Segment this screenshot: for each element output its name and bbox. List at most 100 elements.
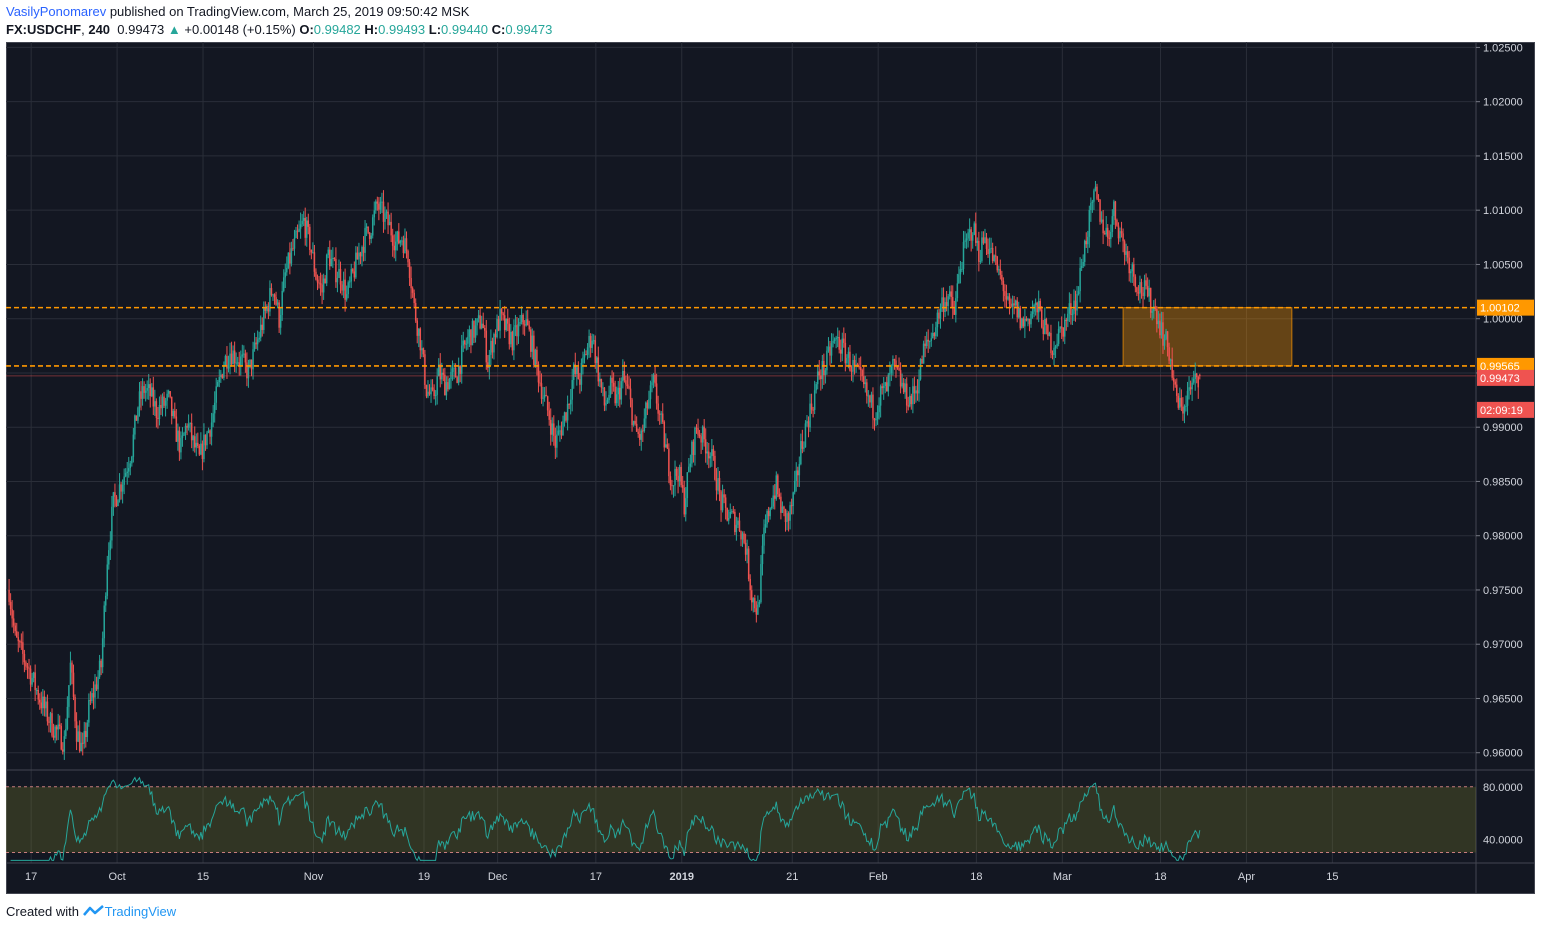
candle-body — [746, 548, 748, 555]
candle-body — [448, 379, 451, 390]
candle-body — [813, 390, 816, 410]
candle-body — [1148, 287, 1150, 297]
candle-body — [617, 387, 619, 395]
y-tick-label: 1.00500 — [1483, 259, 1523, 271]
candle-body — [468, 329, 471, 337]
candle-body — [958, 274, 960, 284]
candle-body — [462, 340, 465, 346]
candle-body — [233, 350, 236, 364]
candle-body — [984, 237, 986, 244]
candle-body — [460, 345, 463, 374]
footer: Created with TradingView — [6, 904, 176, 919]
candle-body — [312, 252, 314, 254]
candle-body — [370, 235, 372, 239]
candle-body — [829, 346, 831, 356]
candle-body — [348, 281, 351, 283]
candle-body — [910, 395, 913, 405]
candle-body — [838, 337, 840, 350]
candle-body — [606, 400, 609, 403]
candle-body — [611, 377, 613, 383]
candle-body — [235, 362, 237, 364]
candle-body — [531, 335, 534, 352]
candle-body — [783, 506, 785, 509]
candle-body — [421, 348, 423, 351]
candle-body — [1067, 313, 1069, 321]
candle-body — [1042, 327, 1045, 335]
candle-body — [712, 449, 715, 456]
candle-body — [723, 494, 725, 498]
candle-body — [17, 637, 20, 642]
candle-body — [405, 238, 408, 251]
candle-body — [32, 672, 35, 678]
price-chart[interactable]: 1.025001.020001.015001.010001.005001.000… — [6, 42, 1535, 894]
candle-body — [924, 343, 926, 346]
candle-body — [600, 378, 603, 388]
tradingview-brand[interactable]: TradingView — [105, 904, 177, 919]
candle-body — [411, 288, 414, 293]
candle-body — [1134, 276, 1137, 288]
candle-body — [603, 387, 606, 406]
candle-body — [86, 722, 89, 738]
candle-body — [306, 220, 308, 238]
candle-body — [375, 201, 377, 211]
level-price-badge: 1.00102 — [1480, 303, 1520, 315]
candle-body — [643, 418, 646, 432]
interval-label: 240 — [88, 22, 111, 37]
symbol-name[interactable]: FX:USDCHF — [6, 22, 81, 37]
candle-body — [112, 492, 115, 507]
candle-body — [562, 421, 564, 436]
candle-body — [726, 507, 728, 521]
candle-body — [729, 511, 732, 518]
candle-body — [361, 246, 363, 257]
candle-body — [563, 412, 566, 422]
candle-body — [413, 292, 415, 304]
chart-container[interactable]: 1.02500 1.02000 1.01500 1.01000 1.00500 1.000… — [6, 42, 1535, 894]
candle-body — [588, 335, 590, 348]
candle-body — [410, 278, 412, 289]
candle-body — [88, 700, 90, 723]
candle-body — [206, 432, 208, 446]
candle-body — [34, 672, 36, 690]
candle-body — [1102, 219, 1104, 234]
candle-body — [893, 358, 896, 361]
candle-body — [959, 269, 962, 275]
candle-body — [227, 364, 230, 369]
candle-body — [672, 485, 675, 487]
candle-body — [250, 359, 253, 370]
candle-body — [551, 423, 554, 435]
candle-body — [1008, 296, 1011, 304]
candle-body — [861, 370, 863, 377]
candle-body — [151, 387, 153, 397]
candle-body — [391, 235, 394, 246]
candle-body — [134, 415, 136, 435]
candle-body — [114, 492, 116, 497]
candle-body — [192, 436, 194, 441]
candle-body — [307, 220, 310, 227]
candle-body — [1057, 328, 1060, 344]
candle-body — [471, 320, 474, 346]
author-link[interactable]: VasilyPonomarev — [6, 4, 106, 19]
candle-body — [804, 423, 807, 448]
candle-body — [424, 354, 426, 386]
candle-body — [494, 334, 497, 338]
candle-body — [258, 337, 260, 340]
candle-body — [434, 394, 437, 397]
candle-body — [140, 391, 142, 399]
candle-body — [896, 366, 899, 369]
candle-body — [28, 667, 30, 669]
candle-body — [560, 430, 563, 436]
candle-body — [780, 496, 782, 513]
candle-body — [927, 339, 929, 342]
candle-body — [514, 325, 517, 328]
candle-body — [1120, 231, 1123, 234]
candle-body — [65, 729, 67, 737]
candle-body — [918, 379, 920, 394]
tradingview-logo-icon[interactable] — [82, 904, 105, 919]
candle-body — [661, 413, 664, 422]
candle-body — [873, 418, 876, 421]
candle-body — [451, 368, 454, 372]
candle-body — [1085, 240, 1088, 245]
candle-body — [827, 346, 830, 351]
candle-body — [175, 416, 178, 442]
candle-body — [72, 672, 75, 697]
